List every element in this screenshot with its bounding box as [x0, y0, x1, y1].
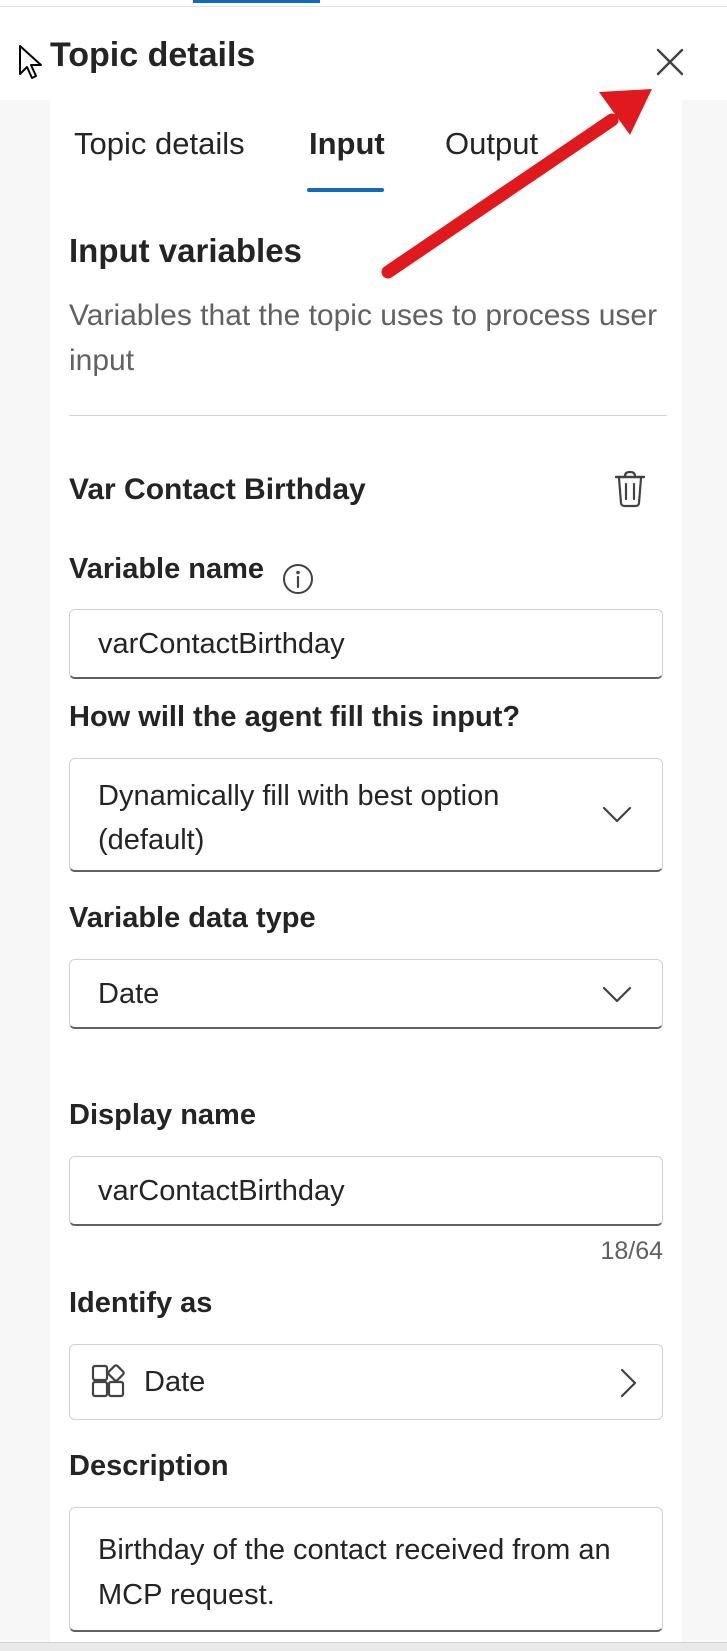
- display-name-label: Display name: [69, 1099, 256, 1131]
- chevron-down-icon: [602, 986, 632, 1003]
- display-name-value: varContactBirthday: [98, 1175, 345, 1207]
- identify-as-label: Identify as: [69, 1287, 213, 1319]
- panel-title: Topic details: [50, 36, 256, 74]
- character-counter: 18/64: [600, 1237, 663, 1265]
- fill-method-value: Dynamically fill with best option (defau…: [98, 780, 500, 856]
- delete-icon[interactable]: [612, 470, 648, 508]
- active-tab-indicator: [307, 188, 384, 192]
- variable-name-value: varContactBirthday: [98, 628, 345, 660]
- top-tab-indicator: [193, 0, 320, 3]
- description-textarea[interactable]: Birthday of the contact received from an…: [69, 1507, 663, 1632]
- chevron-right-icon: [620, 1368, 637, 1398]
- right-gutter: [682, 100, 727, 1645]
- display-name-input[interactable]: varContactBirthday: [69, 1156, 663, 1226]
- data-type-value: Date: [98, 978, 160, 1010]
- fill-method-dropdown[interactable]: Dynamically fill with best option (defau…: [69, 758, 663, 872]
- divider: [69, 415, 667, 416]
- data-type-label: Variable data type: [69, 902, 316, 934]
- description-value: Birthday of the contact received from an…: [98, 1534, 611, 1611]
- fill-method-label: How will the agent fill this input?: [69, 701, 521, 733]
- identify-as-selector[interactable]: Date: [69, 1344, 663, 1420]
- section-subtitle: Variables that the topic uses to process…: [69, 299, 658, 377]
- variable-name-input[interactable]: varContactBirthday: [69, 609, 663, 679]
- mouse-pointer-icon: [19, 45, 42, 79]
- identify-as-value: Date: [144, 1366, 206, 1398]
- tab-bar: Topic details Input Output: [74, 126, 674, 196]
- left-gutter: [0, 100, 50, 1645]
- tab-topic-details[interactable]: Topic details: [74, 126, 245, 162]
- entity-icon: [91, 1364, 125, 1398]
- variable-name-label: Variable name: [69, 553, 265, 585]
- description-label: Description: [69, 1450, 229, 1482]
- section-title: Input variables: [69, 232, 302, 269]
- data-type-dropdown[interactable]: Date: [69, 959, 663, 1029]
- tab-output[interactable]: Output: [445, 126, 538, 162]
- chevron-down-icon: [602, 806, 632, 823]
- top-tab-strip: [0, 0, 727, 7]
- close-icon[interactable]: [650, 42, 690, 82]
- info-icon[interactable]: [282, 563, 314, 595]
- variable-heading: Var Contact Birthday: [69, 473, 366, 506]
- tab-input[interactable]: Input: [309, 126, 385, 162]
